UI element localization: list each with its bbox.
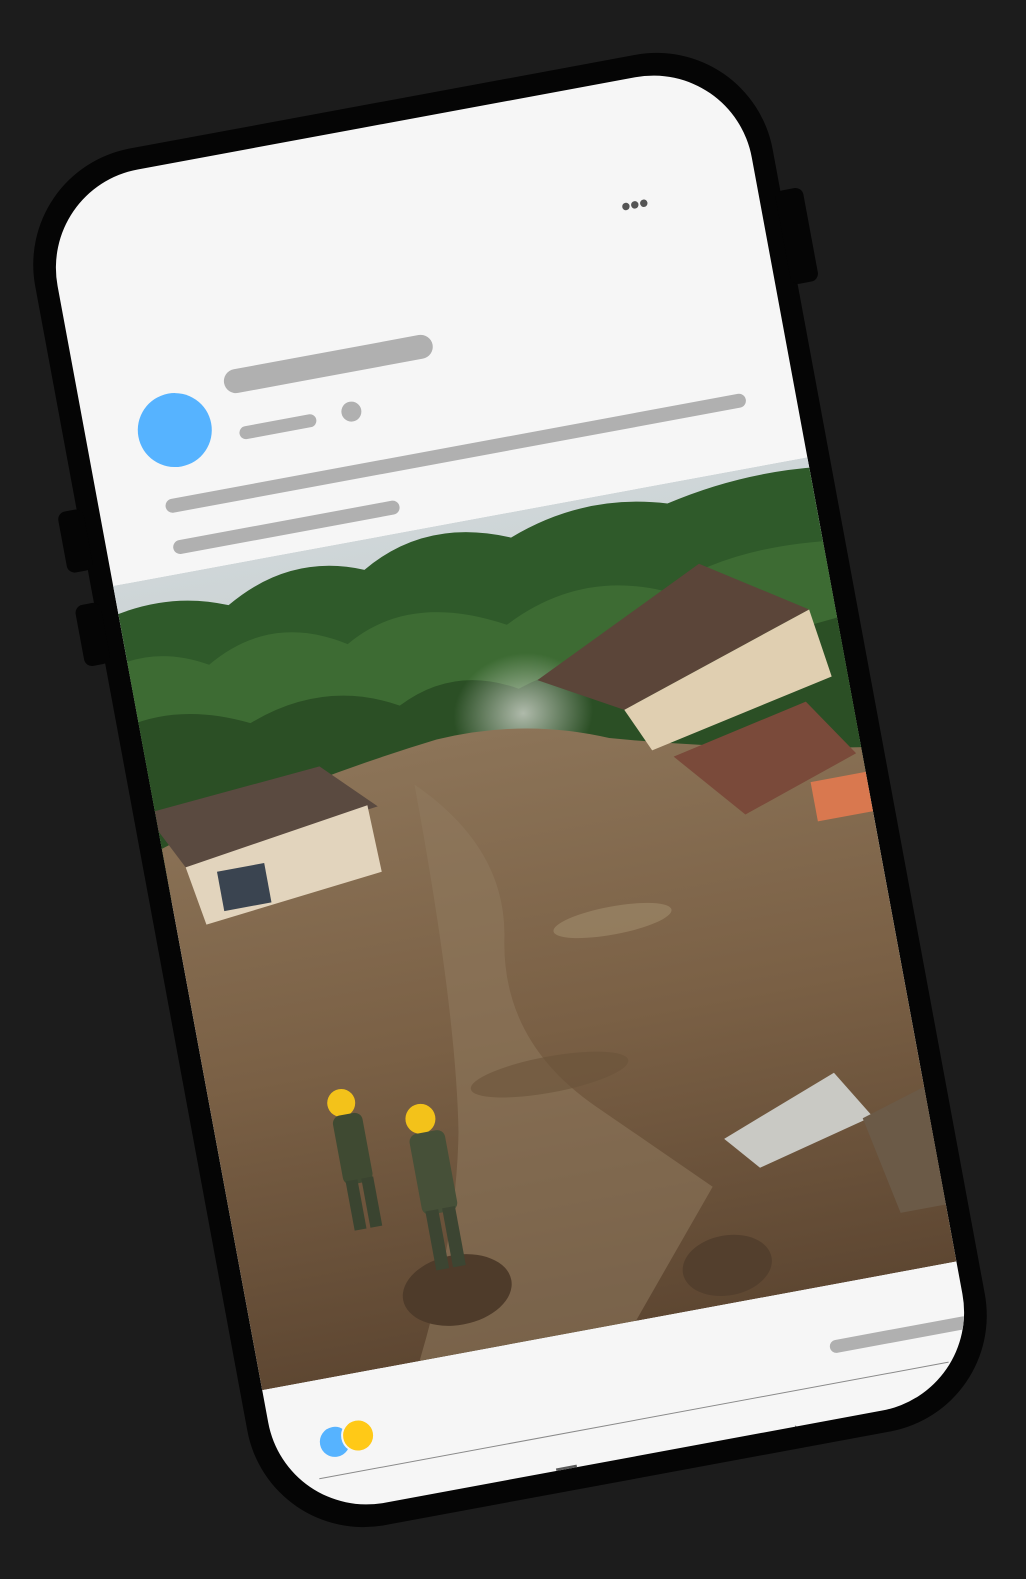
phone-screen: ••• — [39, 59, 981, 1521]
post-time-placeholder — [238, 413, 318, 441]
avatar[interactable] — [131, 386, 218, 474]
shares-count-placeholder[interactable] — [828, 1315, 971, 1354]
audience-icon — [339, 399, 364, 424]
author-name-placeholder[interactable] — [221, 332, 435, 396]
stage: ••• — [0, 0, 1026, 1579]
phone-mockup: ••• — [13, 33, 1007, 1547]
reactions-summary[interactable] — [315, 1415, 378, 1462]
more-options-icon[interactable]: ••• — [619, 187, 651, 221]
